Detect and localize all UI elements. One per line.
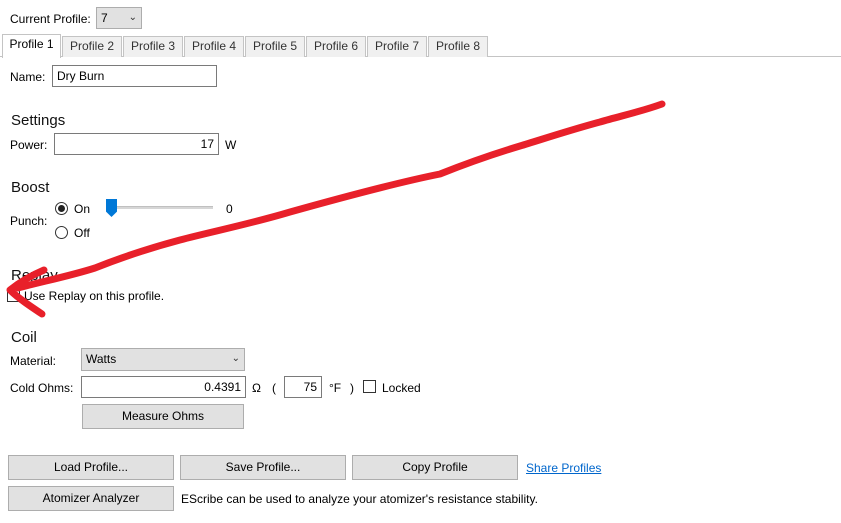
tab-profile-5[interactable]: Profile 5 bbox=[245, 36, 305, 57]
punch-off-label: Off bbox=[74, 226, 90, 240]
ohm-symbol: Ω bbox=[252, 381, 261, 395]
profile-tabstrip: Profile 1 Profile 2 Profile 3 Profile 4 … bbox=[0, 34, 841, 58]
tab-profile-8[interactable]: Profile 8 bbox=[428, 36, 488, 57]
use-replay-label: Use Replay on this profile. bbox=[24, 289, 165, 303]
temperature-field[interactable]: 75 bbox=[284, 376, 322, 398]
measure-ohms-button[interactable]: Measure Ohms bbox=[82, 404, 244, 429]
save-profile-button[interactable]: Save Profile... bbox=[180, 455, 346, 480]
punch-slider-thumb[interactable] bbox=[106, 199, 117, 217]
tab-label: Profile 3 bbox=[130, 39, 176, 53]
chevron-down-icon: ⌄ bbox=[128, 12, 137, 23]
power-label: Power: bbox=[10, 138, 48, 152]
radio-selected-dot bbox=[58, 205, 65, 212]
tab-label: Profile 5 bbox=[252, 39, 298, 53]
tab-label: Profile 7 bbox=[374, 39, 420, 53]
power-unit: W bbox=[225, 138, 237, 152]
tab-label: Profile 8 bbox=[435, 39, 481, 53]
tab-profile-4[interactable]: Profile 4 bbox=[184, 36, 244, 57]
cold-ohms-label: Cold Ohms: bbox=[10, 381, 74, 395]
cold-ohms-field[interactable]: 0.4391 bbox=[81, 376, 246, 398]
settings-heading: Settings bbox=[11, 112, 66, 129]
current-profile-label: Current Profile: bbox=[10, 12, 91, 26]
material-select[interactable]: Watts ⌄ bbox=[81, 348, 245, 371]
current-profile-select[interactable]: 7 ⌄ bbox=[96, 7, 142, 29]
tab-profile-6[interactable]: Profile 6 bbox=[306, 36, 366, 57]
share-profiles-link[interactable]: Share Profiles bbox=[526, 460, 601, 476]
punch-off-radio[interactable] bbox=[55, 226, 68, 239]
locked-checkbox[interactable] bbox=[363, 380, 376, 393]
punch-on-label: On bbox=[74, 202, 91, 216]
arrow-shaft bbox=[14, 100, 666, 292]
tab-profile-2[interactable]: Profile 2 bbox=[62, 36, 122, 57]
boost-heading: Boost bbox=[11, 179, 50, 196]
chevron-down-icon: ⌄ bbox=[231, 353, 240, 364]
tab-profile-3[interactable]: Profile 3 bbox=[123, 36, 183, 57]
material-label: Material: bbox=[10, 354, 57, 368]
tab-label: Profile 2 bbox=[69, 39, 115, 53]
temp-unit: °F bbox=[329, 381, 342, 395]
temp-paren-open: ( bbox=[272, 381, 276, 395]
tab-label: Profile 4 bbox=[191, 39, 237, 53]
locked-label: Locked bbox=[382, 381, 421, 395]
analyzer-note: EScribe can be used to analyze your atom… bbox=[181, 492, 538, 506]
load-profile-button[interactable]: Load Profile... bbox=[8, 455, 174, 480]
tab-label: Profile 6 bbox=[313, 39, 359, 53]
coil-heading: Coil bbox=[11, 329, 37, 346]
power-field[interactable]: 17 bbox=[54, 133, 219, 155]
name-label: Name: bbox=[10, 70, 46, 84]
punch-slider-track[interactable] bbox=[108, 206, 213, 209]
use-replay-checkbox[interactable] bbox=[7, 289, 20, 302]
atomizer-analyzer-button[interactable]: Atomizer Analyzer bbox=[8, 486, 174, 511]
replay-heading: Replay bbox=[11, 267, 58, 284]
name-field[interactable]: Dry Burn bbox=[52, 65, 217, 87]
punch-on-radio[interactable] bbox=[55, 202, 68, 215]
current-profile-value: 7 bbox=[101, 11, 108, 25]
punch-label: Punch: bbox=[10, 214, 48, 228]
tab-label: Profile 1 bbox=[9, 37, 54, 51]
tab-profile-7[interactable]: Profile 7 bbox=[367, 36, 427, 57]
material-value: Watts bbox=[86, 352, 117, 366]
copy-profile-button[interactable]: Copy Profile bbox=[352, 455, 518, 480]
temp-paren-close: ) bbox=[350, 381, 354, 395]
tab-profile-1[interactable]: Profile 1 bbox=[2, 34, 61, 58]
punch-slider-value: 0 bbox=[226, 202, 233, 216]
